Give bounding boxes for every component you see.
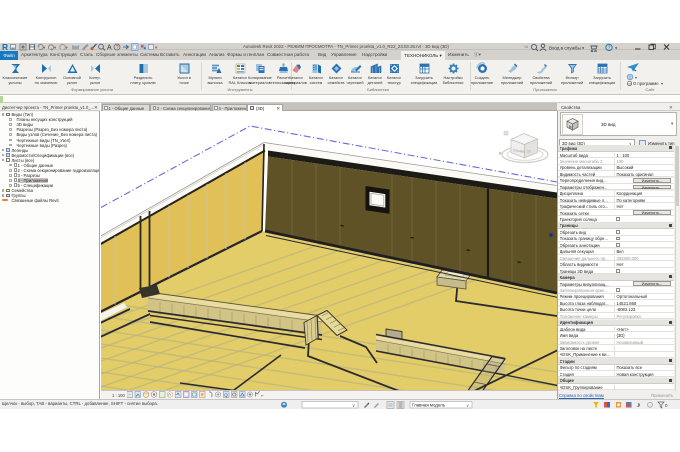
svg-text:Вход в службы: Вход в службы	[549, 45, 581, 50]
svg-text:О: О	[629, 82, 632, 86]
svg-text:▾: ▾	[43, 45, 46, 50]
svg-text:▾: ▾	[155, 45, 158, 50]
svg-text:▾: ▾	[66, 45, 69, 50]
svg-text:A: A	[107, 44, 112, 51]
svg-text:▾: ▾	[635, 75, 637, 80]
svg-text:О программе: О программе	[633, 81, 659, 86]
svg-text:⌐: ⌐	[261, 393, 264, 399]
svg-text:0: 0	[665, 403, 668, 408]
svg-text:?: ?	[608, 45, 611, 51]
svg-text:R: R	[2, 42, 8, 52]
svg-text:▾: ▾	[661, 81, 663, 86]
svg-text:▾: ▾	[54, 45, 57, 50]
svg-text:Q: Q	[224, 392, 228, 397]
svg-text:?: ?	[116, 45, 119, 51]
svg-text:Главная модель: Главная модель	[412, 402, 446, 407]
svg-text:▾: ▾	[582, 45, 585, 50]
svg-text:▾: ▾	[615, 45, 618, 50]
